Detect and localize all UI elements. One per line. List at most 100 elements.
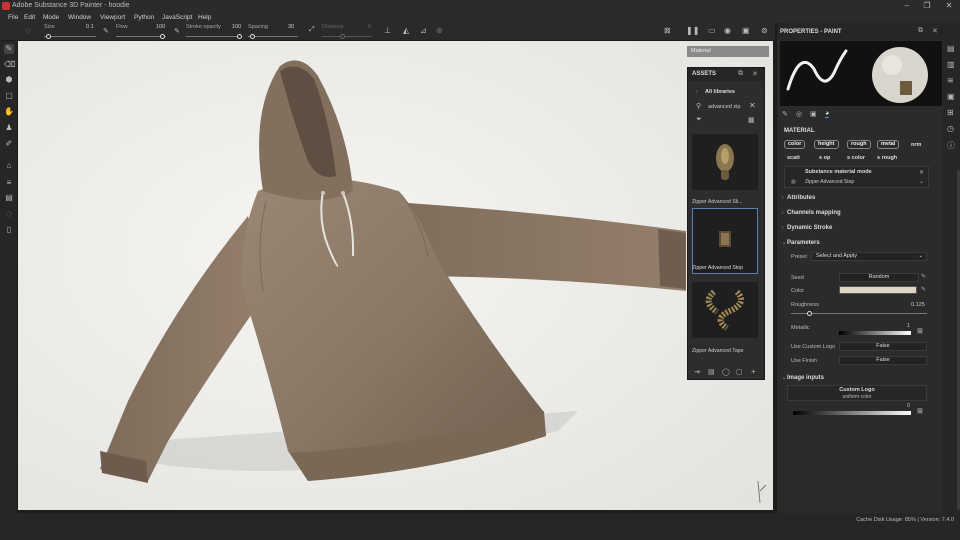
bake-icon[interactable]: ⊞ bbox=[947, 108, 954, 117]
pencil-icon[interactable]: ✎ bbox=[921, 273, 926, 280]
mirror-icon[interactable]: ⊛ bbox=[436, 26, 443, 35]
sphere-icon[interactable]: ◯ bbox=[722, 368, 730, 376]
pause-icon[interactable]: ❚❚ bbox=[686, 26, 699, 35]
display-settings-icon[interactable]: ▣ bbox=[742, 26, 750, 35]
history-icon[interactable]: ◷ bbox=[947, 124, 954, 133]
chevron-right-icon[interactable]: › bbox=[696, 89, 698, 95]
size-value[interactable]: 0.1 bbox=[86, 24, 94, 30]
channel-srough-button[interactable]: s rough bbox=[877, 155, 897, 161]
export-icon[interactable]: ▤ bbox=[4, 193, 14, 203]
menu-javascript[interactable]: JavaScript bbox=[162, 14, 192, 21]
stencil-tab-icon[interactable]: ▣ bbox=[810, 110, 817, 118]
search-input[interactable]: advanced zip bbox=[708, 104, 740, 110]
preset-dropdown[interactable]: Select and Apply ⌄ bbox=[811, 252, 927, 261]
add-icon[interactable]: + bbox=[751, 367, 756, 376]
import-icon[interactable]: ⇥ bbox=[694, 368, 700, 376]
expand-icon[interactable]: ⊠ bbox=[917, 327, 923, 335]
brush-shape-icon[interactable]: ◌ bbox=[26, 26, 31, 35]
close-button[interactable]: ✕ bbox=[940, 1, 958, 11]
stroke-opacity-value[interactable]: 100 bbox=[232, 24, 241, 30]
layers-icon[interactable]: ≋ bbox=[947, 76, 954, 85]
chevron-down-icon[interactable]: ⌄ bbox=[782, 375, 786, 381]
size-slider-knob[interactable] bbox=[46, 34, 51, 39]
asset-thumbnail-zipper-tape[interactable] bbox=[692, 282, 758, 338]
menu-window[interactable]: Window bbox=[68, 14, 91, 21]
flow-slider[interactable] bbox=[116, 36, 166, 37]
chevron-right-icon[interactable]: › bbox=[782, 210, 784, 216]
close-icon[interactable]: ✕ bbox=[932, 27, 938, 35]
material-tab-icon[interactable]: ◕ bbox=[825, 110, 830, 118]
menu-edit[interactable]: Edit bbox=[24, 14, 35, 21]
camera-settings-icon[interactable]: ⊠ bbox=[664, 26, 671, 35]
eraser-icon[interactable]: ⌫ bbox=[4, 60, 15, 70]
chevron-down-icon[interactable]: ⌄ bbox=[919, 178, 924, 185]
size-slider[interactable] bbox=[44, 36, 96, 37]
symmetry-icon[interactable]: ⊥ bbox=[384, 26, 391, 35]
screenshot-icon[interactable]: ⊚ bbox=[761, 26, 768, 35]
section-image-inputs[interactable]: Image inputs bbox=[787, 375, 824, 381]
library-icon[interactable]: ▤ bbox=[708, 368, 715, 376]
eyedropper-icon[interactable]: ✎ bbox=[921, 286, 926, 293]
alpha-tab-icon[interactable]: ◎ bbox=[796, 110, 802, 118]
channel-metal-button[interactable]: metal bbox=[877, 140, 900, 149]
roughness-slider-knob[interactable] bbox=[807, 311, 812, 316]
asset-thumbnail-zipper-slider[interactable] bbox=[692, 134, 758, 190]
section-attributes[interactable]: Attributes bbox=[787, 195, 815, 201]
menu-file[interactable]: File bbox=[8, 14, 18, 21]
use-finish-toggle[interactable]: False bbox=[839, 356, 927, 365]
section-channels-mapping[interactable]: Channels mapping bbox=[787, 210, 841, 216]
metallic-value[interactable]: 1 bbox=[907, 323, 910, 329]
image-input-slot[interactable]: Custom Logo uniform color bbox=[787, 385, 927, 401]
asset-thumbnail-zipper-stop[interactable]: Zipper Advanced Stop bbox=[692, 208, 758, 274]
render-icon[interactable]: ◉ bbox=[724, 26, 731, 35]
material-mode-box[interactable]: Substance material mode ▦ Zipper Advance… bbox=[784, 166, 929, 188]
undock-icon[interactable]: ⧉ bbox=[738, 70, 743, 78]
smudge-icon[interactable]: ✋ bbox=[4, 107, 14, 117]
settings-list-icon[interactable]: ▥ bbox=[947, 60, 955, 69]
menu-help[interactable]: Help bbox=[198, 14, 211, 21]
filter-icon[interactable]: ⏷ bbox=[696, 116, 702, 124]
brush-tab-icon[interactable]: ✎ bbox=[782, 110, 788, 118]
clone-stamp-icon[interactable]: ♟ bbox=[4, 123, 14, 133]
restore-button[interactable]: ❐ bbox=[918, 1, 936, 11]
chevron-right-icon[interactable]: › bbox=[782, 225, 784, 231]
flow-slider-knob[interactable] bbox=[160, 34, 165, 39]
channel-nrm-button[interactable]: nrm bbox=[911, 142, 921, 148]
layer-icon[interactable]: ≡ bbox=[4, 178, 14, 188]
image-input-gradient-slider[interactable] bbox=[793, 411, 911, 415]
channel-scatt-button[interactable]: scatt bbox=[787, 155, 800, 161]
info-icon[interactable]: ⓘ bbox=[947, 140, 955, 151]
section-parameters[interactable]: Parameters bbox=[787, 240, 820, 246]
expand-icon[interactable]: ⊠ bbox=[917, 407, 923, 415]
texture-set-icon[interactable]: ▤ bbox=[947, 44, 955, 53]
material-breadcrumb[interactable]: Material bbox=[687, 46, 769, 57]
channel-color-button[interactable]: color bbox=[784, 140, 806, 149]
minimize-button[interactable]: – bbox=[898, 1, 916, 11]
spacing-value[interactable]: 30 bbox=[288, 24, 294, 30]
menu-mode[interactable]: Mode bbox=[43, 14, 59, 21]
display-icon[interactable]: ▣ bbox=[947, 92, 955, 101]
document-icon[interactable]: ▯ bbox=[4, 225, 14, 235]
flow-value[interactable]: 100 bbox=[156, 24, 165, 30]
seed-button[interactable]: Random bbox=[839, 273, 919, 282]
color-swatch[interactable] bbox=[839, 286, 917, 294]
close-icon[interactable]: ✕ bbox=[919, 169, 924, 176]
spacing-slider[interactable] bbox=[248, 36, 298, 37]
image-input-value[interactable]: 0 bbox=[907, 403, 910, 409]
grid-view-icon[interactable]: ▦ bbox=[748, 116, 755, 124]
close-icon[interactable]: ✕ bbox=[752, 70, 758, 78]
lazy-mouse-icon[interactable]: ⤢ bbox=[309, 26, 315, 34]
menu-viewport[interactable]: Viewport bbox=[100, 14, 125, 21]
3d-viewport[interactable] bbox=[18, 41, 773, 510]
library-selector[interactable]: All libraries bbox=[705, 89, 735, 95]
channel-rough-button[interactable]: rough bbox=[847, 140, 871, 149]
channel-scolor-button[interactable]: s color bbox=[847, 155, 865, 161]
stroke-opacity-slider-knob[interactable] bbox=[237, 34, 242, 39]
view-mode-icon[interactable]: ▭ bbox=[708, 26, 716, 35]
channel-height-button[interactable]: height bbox=[814, 140, 839, 149]
metallic-gradient-slider[interactable] bbox=[839, 331, 911, 335]
paint-brush-icon[interactable]: ✎ bbox=[4, 44, 14, 54]
pen-pressure-icon[interactable]: ✎ bbox=[174, 27, 180, 35]
clear-search-icon[interactable]: ✕ bbox=[749, 101, 756, 110]
chevron-right-icon[interactable]: › bbox=[782, 195, 784, 201]
